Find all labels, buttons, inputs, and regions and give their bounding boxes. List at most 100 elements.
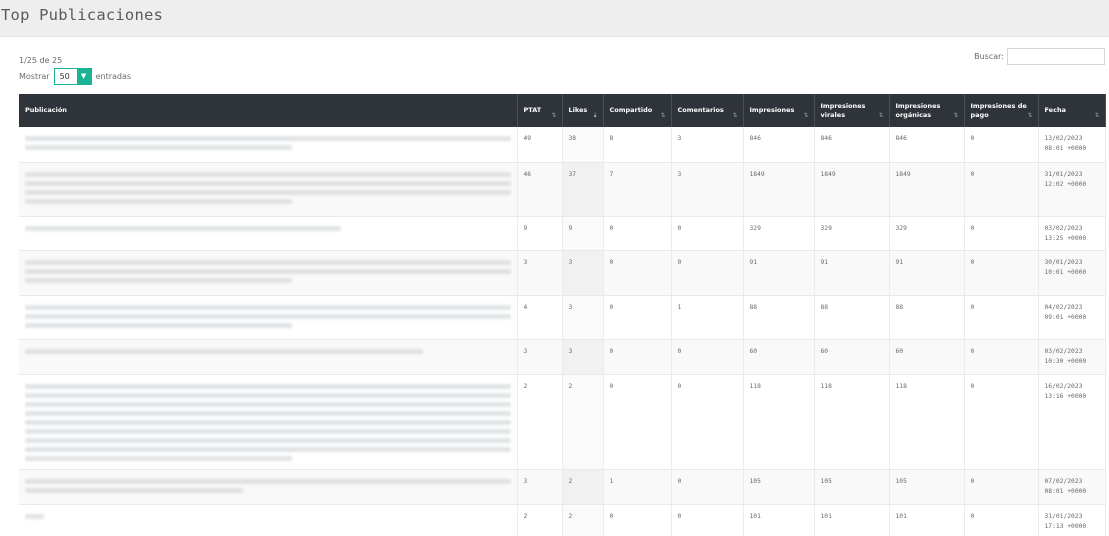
column-header-impresiones-virales[interactable]: Impresiones virales ⇅	[814, 94, 890, 127]
publication-text-redacted	[19, 469, 518, 505]
ptat-cell: 2	[517, 374, 563, 470]
publication-text-redacted	[19, 295, 518, 340]
shared-cell: 0	[603, 216, 672, 251]
shared-cell: 1	[603, 469, 672, 505]
date-cell: 03/02/2023 13:25 +0000	[1038, 216, 1106, 251]
date-value: 13/02/2023	[1044, 135, 1083, 142]
page-title: Top Publicaciones	[1, 6, 164, 24]
column-header-fecha[interactable]: Fecha ⇅	[1038, 94, 1106, 127]
paid-impressions-cell: 0	[964, 127, 1039, 163]
paid-impressions-cell: 0	[964, 469, 1039, 505]
publications-table: Publicación PTAT ⇅ Likes ⇣ Compartido ⇅ Com…	[19, 94, 1106, 536]
shared-cell: 8	[603, 127, 672, 163]
publication-text-redacted	[19, 504, 518, 536]
viral-impressions-cell: 91	[814, 250, 890, 296]
ptat-cell: 3	[517, 469, 563, 505]
time-value: 08:01 +0000	[1044, 487, 1087, 495]
time-value: 10:01 +0000	[1044, 268, 1087, 276]
ptat-cell: 4	[517, 295, 563, 340]
chevron-down-icon[interactable]: ▼	[76, 68, 91, 84]
table-row: 9 9 0 0 329 329 329 0 03/02/2023 13:25 +0…	[19, 216, 1106, 251]
date-value: 07/02/2023	[1044, 477, 1083, 485]
publication-text-redacted	[19, 216, 518, 251]
impressions-cell: 105	[743, 469, 815, 505]
column-header-comentarios[interactable]: Comentarios ⇅	[671, 94, 744, 127]
date-cell: 31/01/2023 17:13 +0000	[1038, 504, 1106, 536]
shared-cell: 0	[603, 339, 672, 375]
length-prefix-label: Mostrar	[19, 71, 50, 81]
column-header-likes[interactable]: Likes ⇣	[562, 94, 604, 127]
sort-icon: ⇅	[953, 111, 959, 119]
impressions-cell: 1849	[743, 162, 815, 217]
comments-cell: 0	[671, 339, 744, 375]
table-row: 46 37 7 3 1849 1849 1849 0 31/01/2023 12:…	[19, 162, 1106, 217]
comments-cell: 0	[671, 374, 744, 470]
organic-impressions-cell: 60	[889, 339, 965, 375]
shared-cell: 0	[603, 250, 672, 296]
table-row: 3 3 0 0 91 91 91 0 30/01/2023 10:01 +0000	[19, 250, 1106, 296]
time-value: 13:25 +0000	[1044, 234, 1087, 242]
organic-impressions-cell: 91	[889, 250, 965, 296]
time-value: 09:01 +0000	[1044, 313, 1087, 321]
column-header-impresiones-de-pago[interactable]: Impresiones de pago ⇅	[964, 94, 1039, 127]
sort-icon: ⇅	[660, 111, 666, 119]
viral-impressions-cell: 1849	[814, 162, 890, 217]
impressions-cell: 91	[743, 250, 815, 296]
table-row: 2 2 0 0 101 101 101 0 31/01/2023 17:13 +0…	[19, 504, 1106, 536]
ptat-cell: 46	[517, 162, 563, 217]
impressions-cell: 329	[743, 216, 815, 251]
table-row: 4 3 0 1 88 88 88 0 04/02/2023 09:01 +0000	[19, 295, 1106, 340]
comments-cell: 1	[671, 295, 744, 340]
date-value: 03/02/2023	[1044, 347, 1083, 355]
organic-impressions-cell: 1849	[889, 162, 965, 217]
ptat-cell: 3	[517, 339, 563, 375]
paid-impressions-cell: 0	[964, 339, 1039, 375]
viral-impressions-cell: 846	[814, 127, 890, 163]
date-value: 03/02/2023	[1044, 224, 1083, 232]
column-header-impresiones[interactable]: Impresiones ⇅	[743, 94, 815, 127]
paid-impressions-cell: 0	[964, 295, 1039, 340]
likes-cell: 2	[562, 504, 604, 536]
comments-cell: 0	[671, 216, 744, 251]
date-cell: 16/02/2023 13:16 +0000	[1038, 374, 1106, 470]
viral-impressions-cell: 101	[814, 504, 890, 536]
column-header-publicacion[interactable]: Publicación	[19, 94, 518, 127]
page-header: Top Publicaciones	[0, 0, 1109, 37]
ptat-cell: 49	[517, 127, 563, 163]
viral-impressions-cell: 88	[814, 295, 890, 340]
impressions-cell: 88	[743, 295, 815, 340]
date-cell: 07/02/2023 08:01 +0000	[1038, 469, 1106, 505]
sort-desc-icon: ⇣	[592, 111, 598, 119]
length-suffix-label: entradas	[95, 71, 132, 81]
publication-text-redacted	[19, 374, 518, 470]
column-header-ptat[interactable]: PTAT ⇅	[517, 94, 563, 127]
ptat-cell: 2	[517, 504, 563, 536]
publication-text-redacted	[19, 250, 518, 296]
paid-impressions-cell: 0	[964, 504, 1039, 536]
time-value: 10:30 +0000	[1044, 357, 1087, 365]
search-control: Buscar:	[974, 48, 1105, 65]
sort-icon: ⇅	[878, 111, 884, 119]
viral-impressions-cell: 105	[814, 469, 890, 505]
date-value: 04/02/2023	[1044, 303, 1083, 311]
impressions-cell: 846	[743, 127, 815, 163]
paid-impressions-cell: 0	[964, 162, 1039, 217]
time-value: 12:02 +0000	[1044, 180, 1087, 188]
impressions-cell: 101	[743, 504, 815, 536]
entries-per-page-select[interactable]: 50 ▼	[53, 67, 92, 85]
column-header-impresiones-organicas[interactable]: Impresiones orgánicas ⇅	[889, 94, 965, 127]
date-value: 31/01/2023	[1044, 170, 1083, 178]
column-header-compartido[interactable]: Compartido ⇅	[603, 94, 672, 127]
paid-impressions-cell: 0	[964, 374, 1039, 470]
sort-icon: ⇅	[803, 111, 809, 119]
comments-cell: 0	[671, 469, 744, 505]
organic-impressions-cell: 88	[889, 295, 965, 340]
likes-cell: 3	[562, 339, 604, 375]
comments-cell: 0	[671, 504, 744, 536]
organic-impressions-cell: 846	[889, 127, 965, 163]
date-value: 31/01/2023	[1044, 512, 1083, 520]
likes-cell: 3	[562, 295, 604, 340]
date-cell: 30/01/2023 10:01 +0000	[1038, 250, 1106, 296]
impressions-cell: 118	[743, 374, 815, 470]
search-input[interactable]	[1007, 48, 1105, 65]
